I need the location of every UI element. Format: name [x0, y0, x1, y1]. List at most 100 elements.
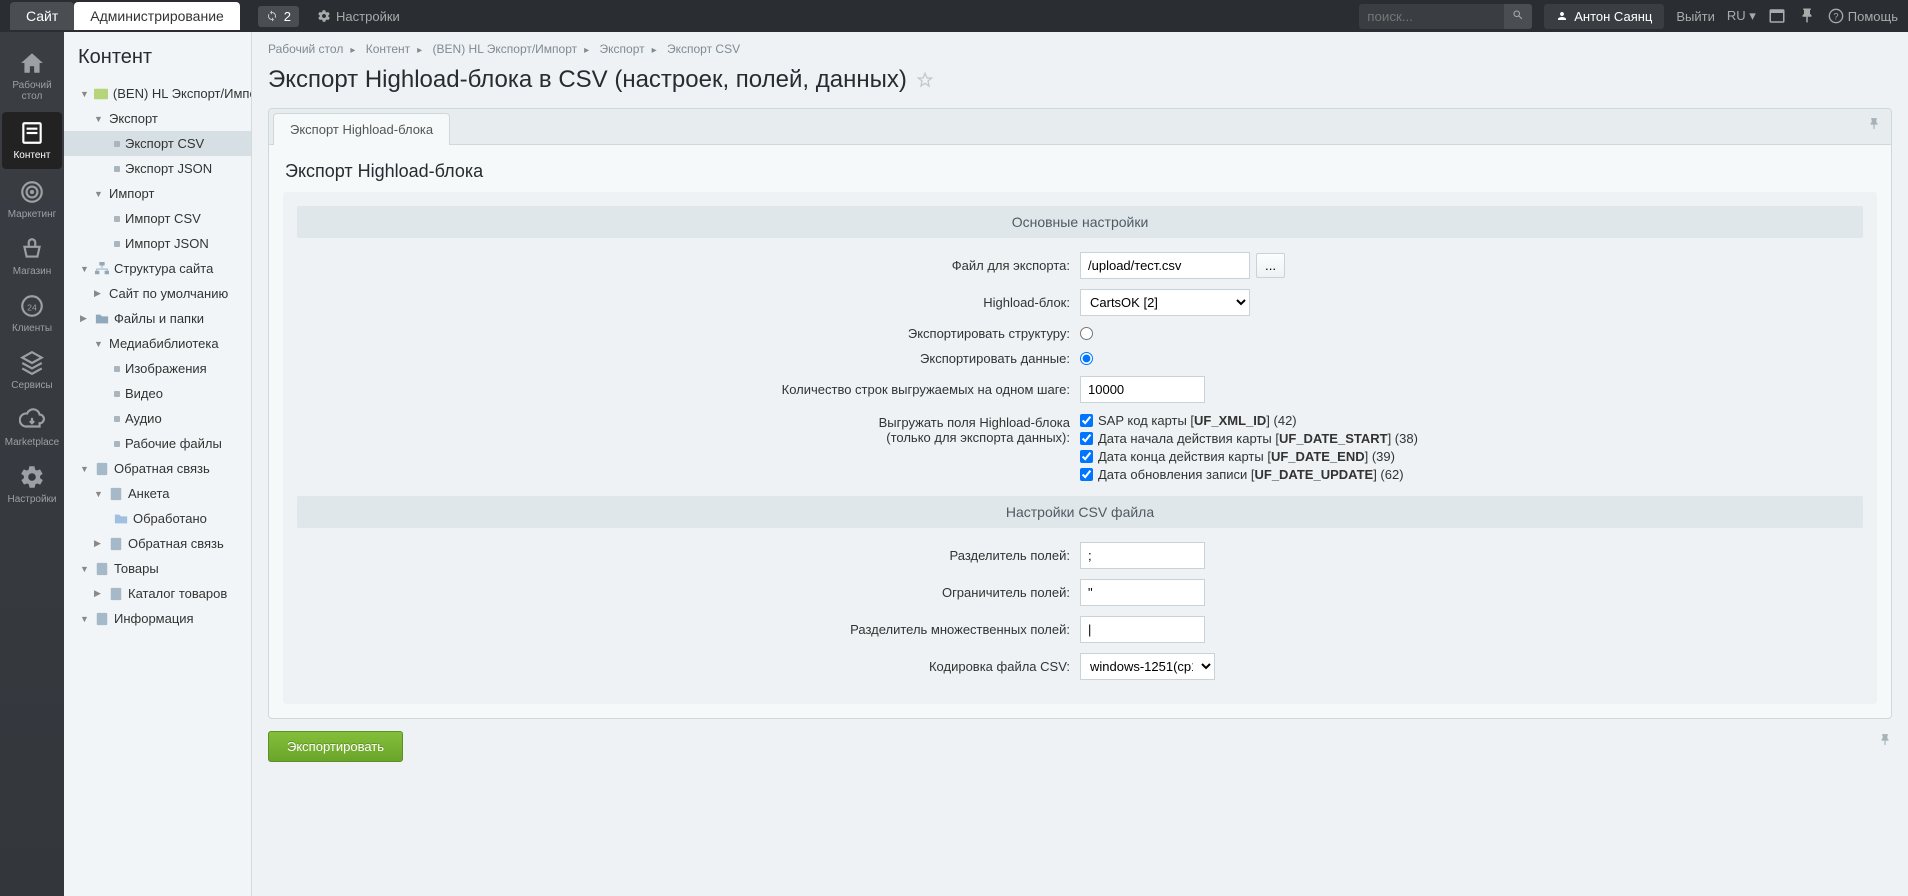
admin-tab[interactable]: Администрирование	[74, 2, 240, 30]
favorite-icon[interactable]	[917, 72, 933, 88]
tree-export-json[interactable]: Экспорт JSON	[64, 156, 251, 181]
tree-files[interactable]: ▶Файлы и папки	[64, 306, 251, 331]
rail-marketing[interactable]: Маркетинг	[0, 171, 64, 228]
tree-audio[interactable]: Аудио	[64, 406, 251, 431]
tree-feedback[interactable]: ▼Обратная связь	[64, 456, 251, 481]
pin-icon[interactable]	[1867, 117, 1881, 131]
tree-import-json[interactable]: Импорт JSON	[64, 231, 251, 256]
tree-processed[interactable]: Обработано	[64, 506, 251, 531]
bc-desktop[interactable]: Рабочий стол	[268, 42, 343, 56]
quote-input[interactable]	[1080, 579, 1205, 606]
field-checkbox-1[interactable]: SAP код карты [UF_XML_ID] (42)	[1080, 413, 1418, 428]
browse-button[interactable]: ...	[1256, 253, 1285, 278]
help-icon: ?	[1828, 8, 1844, 24]
search-input[interactable]	[1359, 4, 1504, 29]
data-label: Экспортировать данные:	[297, 351, 1080, 366]
field-checkbox-2[interactable]: Дата начала действия карты [UF_DATE_STAR…	[1080, 431, 1418, 446]
hl-select[interactable]: CartsOK [2]	[1080, 289, 1250, 316]
export-struct-radio[interactable]	[1080, 327, 1093, 340]
hl-label: Highload-блок:	[297, 295, 1080, 310]
export-button[interactable]: Экспортировать	[268, 731, 403, 762]
tree-catalog[interactable]: ▶Каталог товаров	[64, 581, 251, 606]
rail-settings[interactable]: Настройки	[0, 456, 64, 513]
bc-content[interactable]: Контент	[366, 42, 410, 56]
module-icon	[94, 87, 108, 101]
export-data-radio[interactable]	[1080, 352, 1093, 365]
tree-goods[interactable]: ▼Товары	[64, 556, 251, 581]
tree-feedback2[interactable]: ▶Обратная связь	[64, 531, 251, 556]
delim-label: Разделитель полей:	[297, 548, 1080, 563]
section-csv: Настройки CSV файла	[297, 496, 1863, 528]
tree-import-csv[interactable]: Импорт CSV	[64, 206, 251, 231]
page-icon	[109, 587, 123, 601]
rail-clients[interactable]: 24 Клиенты	[0, 285, 64, 342]
panel-icon[interactable]	[1768, 7, 1786, 25]
search-button[interactable]	[1504, 4, 1532, 29]
rows-label: Количество строк выгружаемых на одном ша…	[297, 382, 1080, 397]
folder-icon	[114, 512, 128, 526]
tree-video[interactable]: Видео	[64, 381, 251, 406]
page-icon	[109, 487, 123, 501]
tree-media[interactable]: ▼Медиабиблиотека	[64, 331, 251, 356]
help-label: Помощь	[1848, 9, 1898, 24]
user-name: Антон Саянц	[1574, 9, 1652, 24]
page-icon	[95, 562, 109, 576]
settings-label: Настройки	[336, 9, 400, 24]
refresh-icon	[266, 10, 278, 22]
rail-shop[interactable]: Магазин	[0, 228, 64, 285]
lang-selector[interactable]: RU ▾	[1727, 8, 1756, 24]
bc-export[interactable]: Экспорт	[600, 42, 645, 56]
tab-export-hl[interactable]: Экспорт Highload-блока	[273, 113, 450, 145]
page-title: Экспорт Highload-блока в CSV (настроек, …	[268, 66, 907, 94]
user-icon	[1556, 10, 1568, 22]
rail-services[interactable]: Сервисы	[0, 342, 64, 399]
gear-icon	[19, 464, 45, 490]
delim-input[interactable]	[1080, 542, 1205, 569]
logout-link[interactable]: Выйти	[1676, 9, 1715, 24]
field-checkbox-3[interactable]: Дата конца действия карты [UF_DATE_END] …	[1080, 449, 1418, 464]
home-icon	[19, 50, 45, 76]
tree-export-csv[interactable]: Экспорт CSV	[64, 131, 251, 156]
cloud-icon	[19, 407, 45, 433]
tree-export[interactable]: ▼Экспорт	[64, 106, 251, 131]
tree-anketa[interactable]: ▼Анкета	[64, 481, 251, 506]
pin-icon[interactable]	[1798, 7, 1816, 25]
pin-icon[interactable]	[1878, 733, 1892, 747]
svg-text:?: ?	[1833, 11, 1838, 21]
layers-icon	[19, 350, 45, 376]
quote-label: Ограничитель полей:	[297, 585, 1080, 600]
bc-ben[interactable]: (BEN) HL Экспорт/Импорт	[433, 42, 578, 56]
section-main: Основные настройки	[297, 206, 1863, 238]
page-icon	[95, 462, 109, 476]
help-link[interactable]: ? Помощь	[1828, 8, 1898, 24]
form-title: Экспорт Highload-блока	[283, 159, 1877, 192]
svg-text:24: 24	[27, 302, 37, 312]
rail-marketplace[interactable]: Marketplace	[0, 399, 64, 456]
multi-input[interactable]	[1080, 616, 1205, 643]
user-button[interactable]: Антон Саянц	[1544, 4, 1664, 29]
tree-import[interactable]: ▼Импорт	[64, 181, 251, 206]
updates-button[interactable]: 2	[258, 6, 299, 27]
header-settings-link[interactable]: Настройки	[317, 9, 400, 24]
rail-desktop[interactable]: Рабочий стол	[0, 42, 64, 110]
file-label: Файл для экспорта:	[297, 258, 1080, 273]
bc-export-csv[interactable]: Экспорт CSV	[667, 42, 740, 56]
tree-images[interactable]: Изображения	[64, 356, 251, 381]
rail-content[interactable]: Контент	[2, 112, 62, 169]
clock-icon: 24	[19, 293, 45, 319]
tree-structure[interactable]: ▼Структура сайта	[64, 256, 251, 281]
multi-label: Разделитель множественных полей:	[297, 622, 1080, 637]
tree-ben[interactable]: ▼(BEN) HL Экспорт/Импорт	[64, 81, 251, 106]
tree-work-files[interactable]: Рабочие файлы	[64, 431, 251, 456]
file-input[interactable]	[1080, 252, 1250, 279]
sitemap-icon	[95, 262, 109, 276]
field-checkbox-4[interactable]: Дата обновления записи [UF_DATE_UPDATE] …	[1080, 467, 1418, 482]
breadcrumb: Рабочий стол▸ Контент▸ (BEN) HL Экспорт/…	[268, 32, 1892, 62]
encoding-select[interactable]: windows-1251(cp1251)	[1080, 653, 1215, 680]
rows-input[interactable]	[1080, 376, 1205, 403]
basket-icon	[19, 236, 45, 262]
site-tab[interactable]: Сайт	[10, 2, 74, 30]
tree-info[interactable]: ▼Информация	[64, 606, 251, 631]
tree-default-site[interactable]: ▶Сайт по умолчанию	[64, 281, 251, 306]
fields-label: Выгружать поля Highload-блока(только для…	[297, 413, 1080, 445]
